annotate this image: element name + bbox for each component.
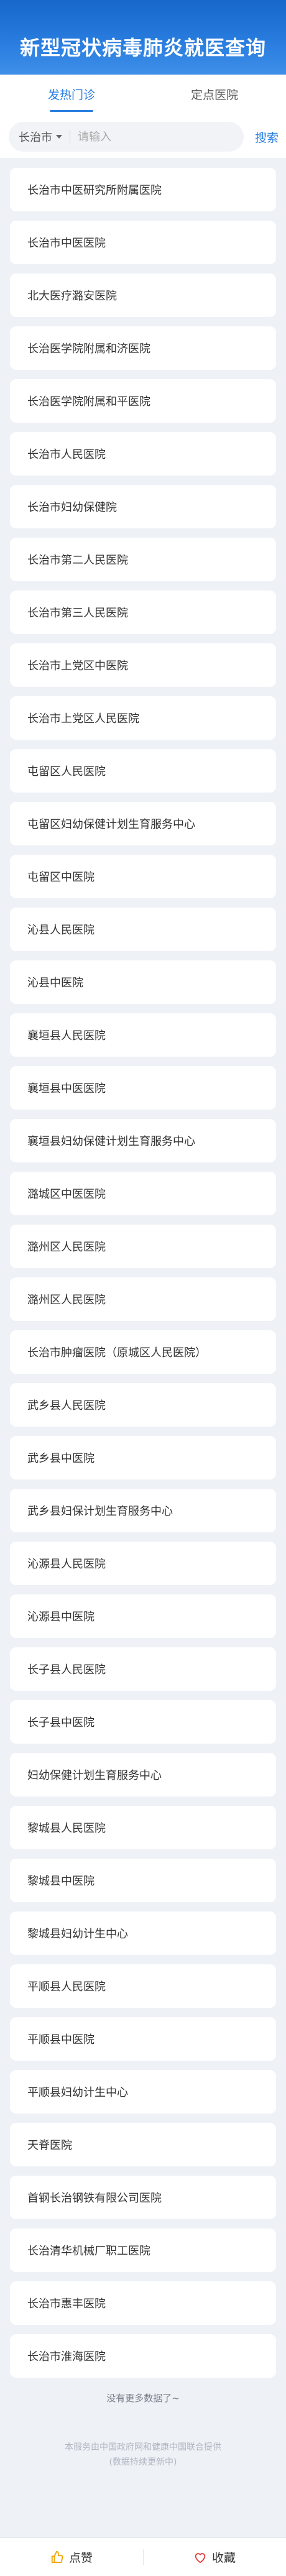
list-item[interactable]: 长治市上党区人民医院 [10, 696, 276, 740]
list-item[interactable]: 长治市上党区中医院 [10, 643, 276, 687]
list-item[interactable]: 平顺县人民医院 [10, 1964, 276, 2008]
like-label: 点赞 [68, 2551, 93, 2565]
list-item[interactable]: 长治清华机械厂职工医院 [10, 2229, 276, 2272]
list-item[interactable]: 襄垣县妇幼保健计划生育服务中心 [10, 1119, 276, 1162]
list-item[interactable]: 潞州区人民医院 [10, 1225, 276, 1268]
tab-bar: 发热门诊 定点医院 [0, 75, 286, 116]
list-item[interactable]: 长治市中医医院 [10, 221, 276, 264]
list-item[interactable]: 平顺县中医院 [10, 2017, 276, 2061]
list-item[interactable]: 沁县人民医院 [10, 908, 276, 951]
list-item[interactable]: 长治市淮海医院 [10, 2334, 276, 2378]
header-banner: 新型冠状病毒肺炎就医查询 [0, 0, 286, 75]
bottom-bar: 点赞 收藏 [0, 2537, 286, 2576]
list-item[interactable]: 黎城县人民医院 [10, 1806, 276, 1849]
list-item[interactable]: 武乡县妇保计划生育服务中心 [10, 1489, 276, 1532]
list-item[interactable]: 沁县中医院 [10, 960, 276, 1004]
favorite-label: 收藏 [211, 2551, 236, 2565]
list-item[interactable]: 平顺县妇幼计生中心 [10, 2070, 276, 2114]
footnote: 本服务由中国政府网和健康中国联合提供 (数据持续更新中) [0, 2440, 286, 2470]
list-item[interactable]: 襄垣县人民医院 [10, 1013, 276, 1057]
footnote-line-1: 本服务由中国政府网和健康中国联合提供 [65, 2442, 221, 2452]
list-item[interactable]: 武乡县中医院 [10, 1436, 276, 1479]
page-title: 新型冠状病毒肺炎就医查询 [19, 36, 266, 60]
list-end-text: 没有更多数据了~ [106, 2393, 180, 2404]
list-item[interactable]: 黎城县中医院 [10, 1859, 276, 1902]
favorite-button[interactable]: 收藏 [143, 2538, 286, 2576]
thumbs-up-icon [50, 2551, 64, 2564]
list-item[interactable]: 天脊医院 [10, 2123, 276, 2166]
list-item[interactable]: 长治市第二人民医院 [10, 538, 276, 581]
tab-fever-clinic[interactable]: 发热门诊 [0, 75, 143, 116]
list-item[interactable]: 北大医疗潞安医院 [10, 274, 276, 317]
list-item[interactable]: 襄垣县中医医院 [10, 1066, 276, 1110]
list-item[interactable]: 武乡县人民医院 [10, 1383, 276, 1427]
hospital-list: 长治市中医研究所附属医院 长治市中医医院 北大医疗潞安医院 长治医学院附属和济医院 长治… [0, 158, 286, 2378]
search-bar: 长治市 搜索 [0, 116, 286, 158]
list-item[interactable]: 首钢长治钢铁有限公司医院 [10, 2176, 276, 2219]
list-item[interactable]: 长治市肿瘤医院（原城区人民医院） [10, 1330, 276, 1374]
list-item[interactable]: 屯留区人民医院 [10, 749, 276, 793]
search-input[interactable] [78, 130, 234, 144]
list-item[interactable]: 长子县人民医院 [10, 1647, 276, 1691]
tab-designated-hospital[interactable]: 定点医院 [143, 75, 286, 116]
heart-icon [193, 2551, 207, 2564]
list-item[interactable]: 长治市惠丰医院 [10, 2281, 276, 2325]
chevron-down-icon [56, 135, 62, 139]
list-item[interactable]: 沁源县人民医院 [10, 1542, 276, 1585]
list-item[interactable]: 潞城区中医医院 [10, 1172, 276, 1215]
search-button[interactable]: 搜索 [244, 129, 279, 145]
list-item[interactable]: 沁源县中医院 [10, 1594, 276, 1638]
list-item[interactable]: 屯留区妇幼保健计划生育服务中心 [10, 802, 276, 845]
list-item[interactable]: 长治市妇幼保健院 [10, 485, 276, 528]
list-item[interactable]: 长治医学院附属和平医院 [10, 379, 276, 423]
list-item[interactable]: 长治市第三人民医院 [10, 591, 276, 634]
list-item[interactable]: 长子县中医院 [10, 1700, 276, 1744]
city-label: 长治市 [19, 131, 52, 144]
footnote-line-2: (数据持续更新中) [109, 2457, 177, 2467]
list-item[interactable]: 潞州区人民医院 [10, 1277, 276, 1321]
list-item[interactable]: 屯留区中医院 [10, 855, 276, 898]
like-button[interactable]: 点赞 [0, 2538, 143, 2576]
list-item[interactable]: 长治市中医研究所附属医院 [10, 168, 276, 211]
list-item[interactable]: 妇幼保健计划生育服务中心 [10, 1753, 276, 1796]
list-item[interactable]: 黎城县妇幼计生中心 [10, 1911, 276, 1955]
city-selector[interactable]: 长治市 [19, 130, 70, 144]
list-item[interactable]: 长治医学院附属和济医院 [10, 326, 276, 370]
search-box: 长治市 [9, 122, 244, 152]
list-item[interactable]: 长治市人民医院 [10, 432, 276, 476]
